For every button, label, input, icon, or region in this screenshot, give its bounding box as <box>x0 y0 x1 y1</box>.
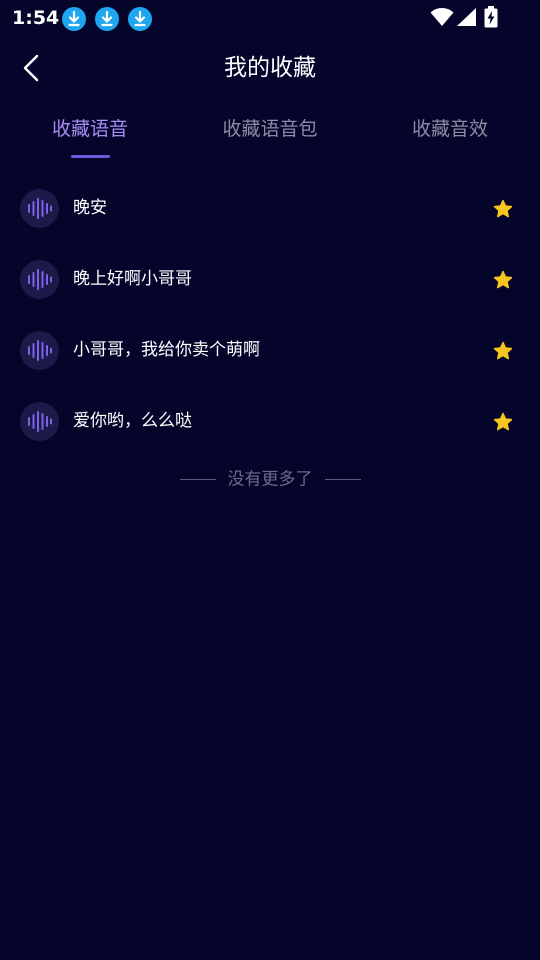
tab-favorite-voice-packs[interactable]: 收藏语音包 <box>190 106 350 154</box>
sound-wave-icon <box>20 331 59 370</box>
list-item[interactable]: 小哥哥，我给你卖个萌啊 <box>0 315 540 386</box>
battery-charging-icon <box>484 6 498 28</box>
status-time: 1:54 <box>12 7 60 29</box>
divider-line <box>179 479 216 480</box>
list-item[interactable]: 晚上好啊小哥哥 <box>0 244 540 315</box>
sound-wave-icon <box>20 189 59 228</box>
sound-wave-icon <box>20 260 59 299</box>
list-item[interactable]: 晚安 <box>0 173 540 244</box>
star-icon[interactable] <box>492 411 514 433</box>
status-bar: 1:54 <box>0 0 540 36</box>
download-icon <box>95 7 119 31</box>
tab-bar: 收藏语音 收藏语音包 收藏音效 <box>0 106 540 162</box>
no-more-text: 没有更多了 <box>227 469 313 490</box>
page-title: 我的收藏 <box>224 55 316 81</box>
item-title: 晚安 <box>73 198 107 218</box>
no-more-indicator: 没有更多了 <box>0 463 540 495</box>
download-icon <box>62 7 86 31</box>
tab-favorite-sound-effects[interactable]: 收藏音效 <box>370 106 530 154</box>
list-item[interactable]: 爱你哟，么么哒 <box>0 386 540 457</box>
download-icon <box>128 7 152 31</box>
item-title: 爱你哟，么么哒 <box>73 411 192 431</box>
wifi-icon <box>430 8 454 26</box>
header: 我的收藏 <box>0 40 540 96</box>
divider-line <box>324 479 361 480</box>
item-title: 小哥哥，我给你卖个萌啊 <box>73 340 260 360</box>
active-tab-indicator <box>71 155 110 158</box>
star-icon[interactable] <box>492 269 514 291</box>
star-icon[interactable] <box>492 198 514 220</box>
item-title: 晚上好啊小哥哥 <box>73 269 192 289</box>
favorites-list: 晚安 晚上好啊小哥哥 小哥哥，我给你卖个萌啊 爱你哟，么么哒 <box>0 173 540 457</box>
cell-signal-icon <box>457 8 476 26</box>
star-icon[interactable] <box>492 340 514 362</box>
tab-favorite-voices[interactable]: 收藏语音 <box>10 106 170 154</box>
sound-wave-icon <box>20 402 59 441</box>
